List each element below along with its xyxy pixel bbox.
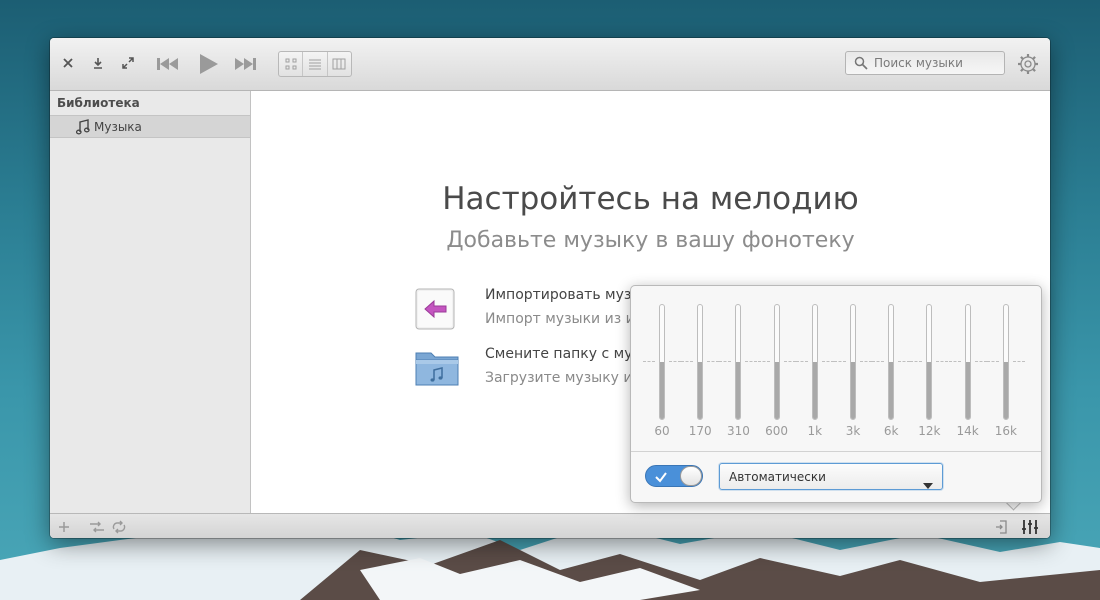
view-mode-switcher — [278, 51, 352, 77]
search-input[interactable] — [874, 56, 999, 70]
band-frequency-label: 60 — [654, 424, 670, 438]
checkmark-icon — [654, 469, 668, 488]
band-zero-tick — [898, 361, 911, 362]
welcome-subtitle: Добавьте музыку в вашу фонотеку — [446, 228, 855, 253]
band-zero-tick — [910, 361, 923, 362]
close-icon[interactable] — [60, 55, 76, 71]
band-zero-tick — [795, 361, 808, 362]
equalizer-band: 6k — [872, 304, 911, 444]
band-zero-tick — [860, 361, 872, 362]
band-zero-tick — [986, 361, 999, 362]
band-slider-fill — [774, 362, 779, 419]
band-slider-fill — [812, 362, 817, 419]
equalizer-band: 12k — [910, 304, 949, 444]
info-panel-icon[interactable] — [993, 518, 1009, 536]
music-folder-icon — [413, 345, 461, 393]
statusbar — [50, 513, 1050, 538]
play-icon[interactable] — [195, 51, 221, 77]
welcome-title: Настройтесь на мелодию — [442, 181, 859, 217]
band-zero-tick — [757, 361, 770, 362]
band-slider-fill — [851, 362, 855, 419]
band-zero-tick — [745, 361, 758, 362]
band-zero-tick — [948, 361, 961, 362]
sidebar-item-label: Музыка — [94, 119, 142, 134]
search-icon — [854, 56, 868, 70]
band-zero-tick — [974, 361, 987, 362]
preset-dropdown[interactable]: Автоматически — [719, 463, 943, 490]
equalizer-band: 170 — [681, 304, 720, 444]
equalizer-band: 16k — [986, 304, 1025, 444]
band-zero-tick — [1012, 361, 1025, 362]
equalizer-icon[interactable] — [1020, 517, 1040, 537]
previous-track-icon[interactable] — [155, 53, 181, 75]
toolbar — [50, 38, 1050, 91]
band-zero-tick — [821, 361, 834, 362]
band-slider-fill — [965, 362, 970, 419]
band-frequency-label: 1k — [807, 424, 823, 438]
equalizer-toggle[interactable] — [645, 465, 703, 487]
equalizer-popover: 60 170 310 600 1k 3k 6k 12k 14k 16k Автоматически — [630, 285, 1042, 503]
band-zero-tick — [643, 361, 655, 362]
repeat-icon[interactable] — [110, 519, 128, 535]
sidebar-item-music[interactable]: Музыка — [50, 115, 250, 138]
equalizer-band: 1k — [795, 304, 834, 444]
band-zero-tick — [719, 361, 732, 362]
gear-icon[interactable] — [1016, 52, 1040, 76]
band-zero-tick — [707, 361, 720, 362]
import-icon — [413, 287, 457, 335]
band-slider-fill — [1003, 362, 1008, 419]
band-frequency-label: 16k — [994, 424, 1017, 438]
change-folder-description: Загрузите музыку из — [485, 370, 640, 386]
band-slider-fill — [889, 362, 894, 419]
band-zero-tick — [834, 361, 846, 362]
band-zero-tick — [872, 361, 885, 362]
search-field[interactable] — [845, 51, 1005, 75]
toggle-knob — [680, 466, 702, 486]
grid-view-icon[interactable] — [279, 52, 304, 76]
band-zero-tick — [681, 361, 694, 362]
add-icon[interactable] — [56, 519, 72, 535]
next-track-icon[interactable] — [232, 53, 258, 75]
band-frequency-label: 3k — [845, 424, 861, 438]
dropdown-arrow-icon — [923, 474, 933, 493]
download-icon[interactable] — [90, 55, 106, 71]
band-frequency-label: 310 — [726, 424, 750, 438]
change-folder-title: Смените папку с муз — [485, 346, 640, 362]
column-view-icon[interactable] — [328, 52, 351, 76]
equalizer-band: 3k — [834, 304, 872, 444]
band-frequency-label: 170 — [688, 424, 712, 438]
band-zero-tick — [783, 361, 796, 362]
sidebar-header: Библиотека — [57, 96, 140, 110]
import-music-title: Импортировать музы — [485, 287, 643, 303]
band-frequency-label: 14k — [956, 424, 979, 438]
sidebar: Библиотека Музыка — [50, 91, 251, 513]
equalizer-band: 600 — [757, 304, 796, 444]
import-music-description: Импорт музыки из и — [485, 311, 635, 327]
band-zero-tick — [669, 361, 681, 362]
preset-value: Автоматически — [729, 470, 826, 484]
band-zero-tick — [936, 361, 949, 362]
band-slider-fill — [736, 362, 741, 419]
popover-divider — [631, 451, 1041, 452]
equalizer-band: 60 — [643, 304, 681, 444]
equalizer-band: 310 — [719, 304, 758, 444]
band-slider-fill — [698, 362, 703, 419]
music-note-icon — [76, 118, 90, 135]
equalizer-band: 14k — [948, 304, 987, 444]
band-frequency-label: 6k — [883, 424, 899, 438]
band-frequency-label: 12k — [918, 424, 941, 438]
fullscreen-icon[interactable] — [120, 55, 136, 71]
band-slider-fill — [660, 362, 664, 419]
band-slider-fill — [927, 362, 932, 419]
shuffle-icon[interactable] — [88, 519, 106, 535]
list-view-icon[interactable] — [303, 52, 328, 76]
band-frequency-label: 600 — [765, 424, 789, 438]
